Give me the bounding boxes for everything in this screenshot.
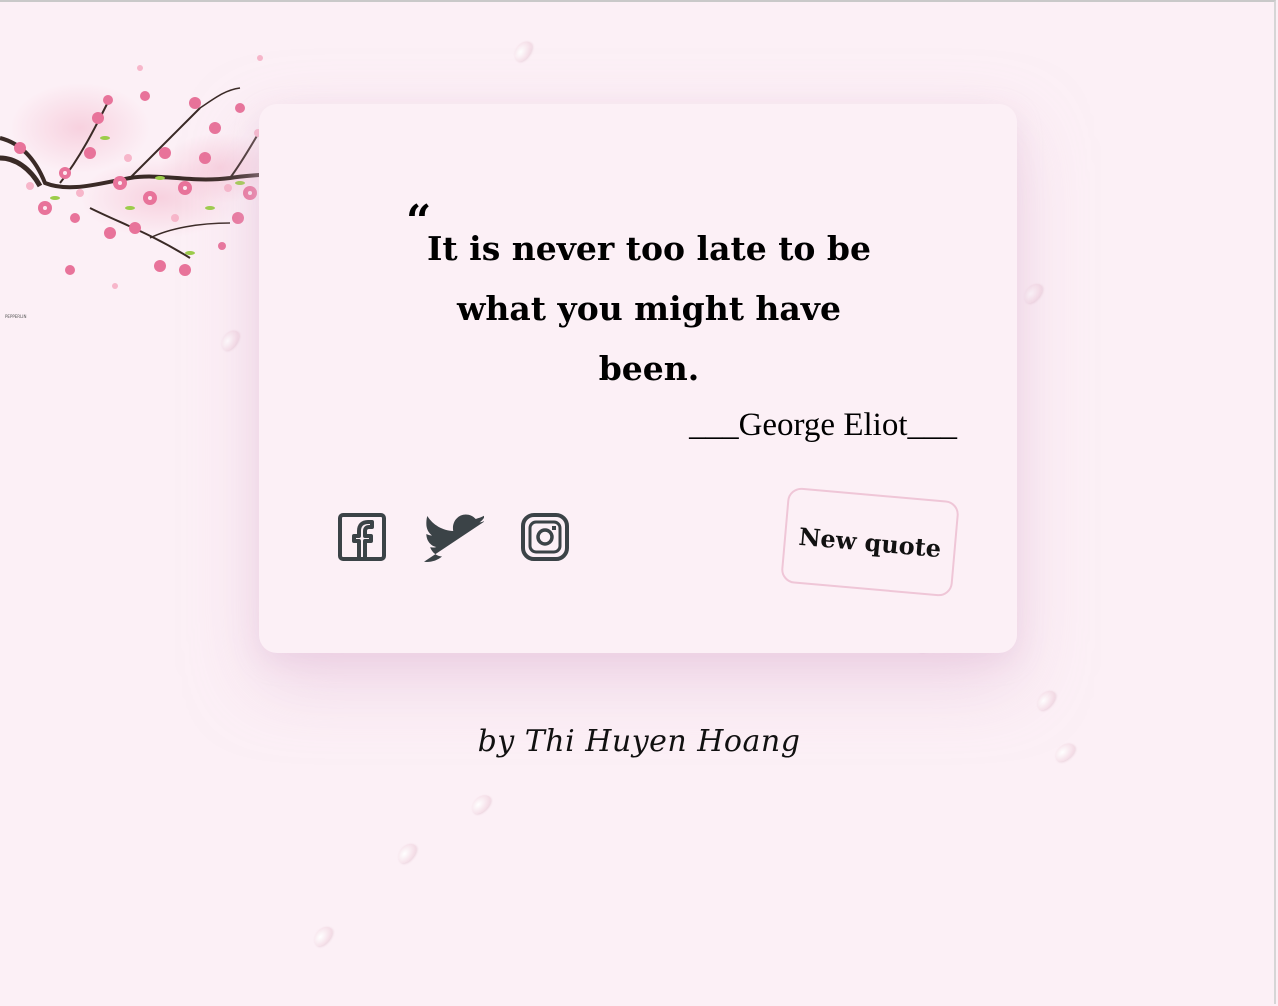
- petal-decoration: [1020, 280, 1046, 306]
- quote-author: ___George Eliot___: [689, 407, 957, 443]
- quote-card: “ It is never too late to be what you mi…: [259, 104, 1017, 653]
- author-credit: by Thi Huyen Hoang: [477, 724, 801, 759]
- watermark-text: PEPPERLIN: [5, 314, 27, 319]
- facebook-share-link[interactable]: [338, 513, 386, 561]
- quote-text: It is never too late to be what you migh…: [426, 229, 872, 388]
- petal-decoration: [468, 791, 494, 817]
- petal-decoration: [510, 37, 536, 65]
- new-quote-button[interactable]: New quote: [780, 486, 960, 598]
- twitter-share-link[interactable]: [424, 513, 484, 563]
- twitter-icon: [424, 514, 484, 562]
- facebook-icon: [338, 513, 386, 561]
- petal-decoration: [394, 840, 420, 866]
- petal-decoration: [1033, 687, 1059, 713]
- instagram-icon: [521, 513, 569, 561]
- instagram-share-link[interactable]: [521, 513, 569, 561]
- petal-decoration: [310, 923, 336, 949]
- petal-decoration: [217, 326, 243, 354]
